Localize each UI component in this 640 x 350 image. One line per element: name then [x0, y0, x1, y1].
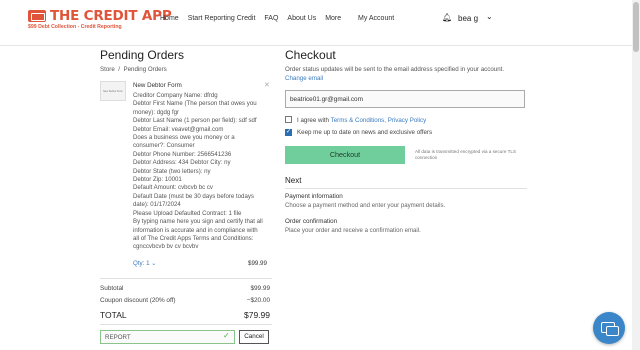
- item-price: $99.99: [248, 260, 267, 267]
- nav-item-about[interactable]: About Us: [287, 15, 316, 22]
- pending-orders-panel: Pending Orders Store / Pending Orders Ne…: [100, 48, 272, 344]
- check-icon: ✓: [223, 331, 230, 340]
- credit-card-icon: [28, 10, 46, 22]
- cancel-coupon-button[interactable]: Cancel: [239, 330, 269, 344]
- change-email-link[interactable]: Change email: [285, 75, 323, 82]
- nav-item-more[interactable]: More: [325, 15, 341, 22]
- secure-note: All data is transmitted encrypted via a …: [415, 149, 517, 160]
- site-header: THE CREDIT APP $99 Debt Collection - Cre…: [0, 0, 640, 46]
- item-name[interactable]: New Debtor Form: [133, 82, 182, 89]
- step-payment-desc: Choose a payment method and enter your p…: [285, 202, 446, 209]
- step-confirmation-desc: Place your order and receive a confirmat…: [285, 227, 421, 234]
- scrollbar-thumb[interactable]: [633, 2, 639, 52]
- step-payment-title: Payment information: [285, 193, 343, 200]
- logo-text: THE CREDIT APP: [50, 8, 172, 24]
- checkout-panel: Checkout Order status updates will be se…: [285, 48, 530, 234]
- breadcrumb-store[interactable]: Store: [100, 66, 115, 73]
- divider: [100, 324, 272, 325]
- nav-item-home[interactable]: Home: [160, 15, 179, 22]
- checkout-note-text: Order status updates will be sent to the…: [285, 66, 505, 73]
- breadcrumb: Store / Pending Orders: [100, 66, 272, 73]
- scrollbar[interactable]: [632, 0, 640, 350]
- quantity-label: Qty: 1: [133, 260, 150, 267]
- logo[interactable]: THE CREDIT APP: [28, 8, 172, 24]
- divider: [100, 278, 272, 279]
- email-field[interactable]: beatrice01.gr@gmail.com: [285, 90, 525, 108]
- newsletter-checkbox[interactable]: [285, 128, 292, 136]
- main-nav: Home Start Reporting Credit FAQ About Us…: [160, 15, 350, 22]
- coupon-input[interactable]: REPORT: [100, 330, 235, 344]
- nav-item-faq[interactable]: FAQ: [264, 15, 278, 22]
- terms-checkbox[interactable]: [285, 116, 292, 123]
- terms-prefix: I agree with: [297, 117, 329, 124]
- remove-item-icon[interactable]: ✕: [264, 81, 270, 89]
- chat-icon[interactable]: [593, 312, 625, 344]
- nav-item-start-reporting[interactable]: Start Reporting Credit: [188, 15, 256, 22]
- product-thumbnail[interactable]: New Debtor Form: [100, 81, 126, 101]
- user-name[interactable]: bea g: [458, 14, 478, 23]
- page-title: Pending Orders: [100, 48, 185, 62]
- chevron-down-icon[interactable]: ⌄: [486, 12, 493, 21]
- quantity-selector[interactable]: Qty: 1 ⌄: [133, 260, 156, 267]
- divider: [285, 188, 527, 189]
- subtotal-label: Subtotal: [100, 285, 124, 292]
- coupon-discount-label: Coupon discount (20% off): [100, 297, 176, 304]
- breadcrumb-pending-orders: Pending Orders: [123, 66, 167, 73]
- total-value: $79.99: [244, 310, 270, 320]
- chevron-down-icon: ⌄: [151, 260, 157, 267]
- total-label: TOTAL: [100, 310, 127, 320]
- subtotal-value: $99.99: [250, 285, 270, 292]
- terms-link[interactable]: Terms & Conditions, Privacy Policy: [331, 117, 427, 124]
- my-account-link[interactable]: My Account: [358, 15, 394, 22]
- next-heading: Next: [285, 176, 302, 185]
- checkout-button[interactable]: Checkout: [285, 146, 405, 164]
- breadcrumb-separator: /: [116, 66, 122, 73]
- terms-label: I agree with Terms & Conditions, Privacy…: [297, 117, 426, 124]
- item-description: Creditor Company Name: dfrdg Debtor Firs…: [133, 92, 263, 251]
- logo-tagline: $99 Debt Collection - Credit Reporting: [28, 24, 122, 30]
- checkout-note: Order status updates will be sent to the…: [285, 66, 530, 83]
- step-confirmation-title: Order confirmation: [285, 218, 338, 225]
- checkout-title: Checkout: [285, 48, 336, 62]
- coupon-discount-value: −$20.00: [246, 297, 270, 304]
- newsletter-label: Keep me up to date on news and exclusive…: [297, 129, 433, 136]
- bell-icon[interactable]: 🔔︎: [442, 13, 452, 22]
